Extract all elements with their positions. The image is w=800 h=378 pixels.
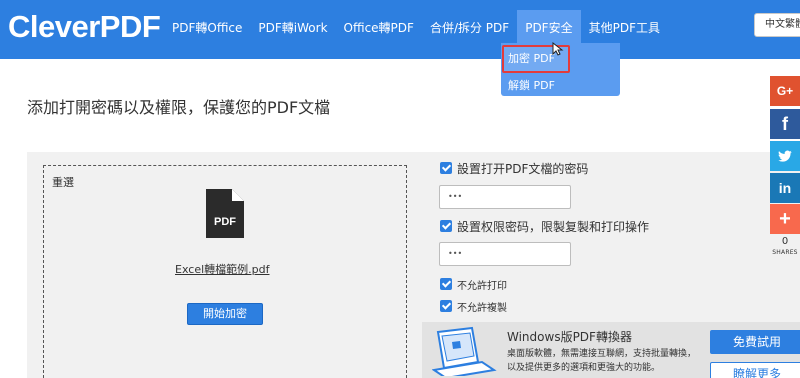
mouse-cursor-icon (552, 42, 564, 56)
menu-item-encrypt-pdf[interactable]: 加密 PDF (508, 49, 555, 69)
nav-other-pdf-tools[interactable]: 其他PDF工具 (581, 10, 668, 46)
no-copy-label: 不允許複製 (457, 302, 507, 314)
nav-merge-split-pdf[interactable]: 合併/拆分 PDF (422, 10, 517, 46)
promo-title: Windows版PDF轉換器 (507, 330, 632, 344)
reset-link[interactable]: 重選 (52, 174, 74, 190)
open-password-label: 設置打开PDF文檔的密码 (457, 161, 589, 176)
svg-text:PDF: PDF (214, 216, 236, 228)
selected-file-name[interactable]: Excel轉檔範例.pdf (175, 261, 269, 277)
nav-office-to-pdf[interactable]: Office轉PDF (336, 10, 422, 46)
nav-pdf-to-office[interactable]: PDF轉Office (164, 10, 250, 46)
facebook-share-icon[interactable]: f (770, 109, 800, 139)
page-title: 添加打開密碼以及權限，保護您的PDF文檔 (27, 98, 331, 117)
no-copy-checkbox[interactable] (440, 300, 452, 312)
permission-password-checkbox[interactable] (440, 220, 452, 232)
no-print-label: 不允許打印 (457, 280, 507, 292)
twitter-bird-icon (778, 150, 792, 162)
main-nav: PDF轉Office PDF轉iWork Office轉PDF 合併/拆分 PD… (164, 10, 668, 46)
nav-pdf-to-iwork[interactable]: PDF轉iWork (250, 10, 335, 46)
top-header: CleverPDF PDF轉Office PDF轉iWork Office轉PD… (0, 0, 800, 59)
start-encrypt-button[interactable]: 開始加密 (187, 303, 263, 325)
permission-password-input[interactable]: ••• (439, 242, 571, 266)
linkedin-share-icon[interactable]: in (770, 173, 800, 203)
more-share-icon[interactable]: + (770, 204, 800, 234)
shares-label: SHARES (772, 249, 798, 256)
nav-pdf-security[interactable]: PDF安全 (517, 10, 581, 46)
share-count: 0 (781, 236, 789, 247)
open-password-input[interactable]: ••• (439, 185, 571, 209)
twitter-share-icon[interactable] (770, 141, 800, 171)
no-copy-option[interactable]: 不允許複製 (440, 298, 507, 314)
no-print-checkbox[interactable] (440, 278, 452, 290)
site-logo[interactable]: CleverPDF (8, 9, 161, 45)
promo-description: 桌面版軟體，無需連接互聯網，支持批量轉換，以及提供更多的選項和更強大的功能。 (507, 349, 697, 373)
open-password-checkbox[interactable] (440, 162, 452, 174)
open-password-option[interactable]: 設置打开PDF文檔的密码 (440, 160, 588, 176)
google-plus-share-icon[interactable]: G+ (770, 76, 800, 106)
permission-password-option[interactable]: 設置权限密码，限製复製和打印操作 (440, 218, 649, 234)
language-selector[interactable]: 中文繁體 (754, 13, 800, 37)
permission-password-label: 設置权限密码，限製复製和打印操作 (457, 219, 650, 234)
no-print-option[interactable]: 不允許打印 (440, 276, 507, 292)
page: CleverPDF PDF轉Office PDF轉iWork Office轉PD… (0, 0, 800, 378)
free-trial-button[interactable]: 免費試用 (710, 330, 800, 354)
laptop-window-icon (432, 326, 497, 376)
learn-more-button[interactable]: 瞭解更多 (710, 362, 800, 378)
pdf-file-icon: PDF (206, 189, 244, 238)
menu-item-unlock-pdf[interactable]: 解鎖 PDF (508, 76, 555, 96)
